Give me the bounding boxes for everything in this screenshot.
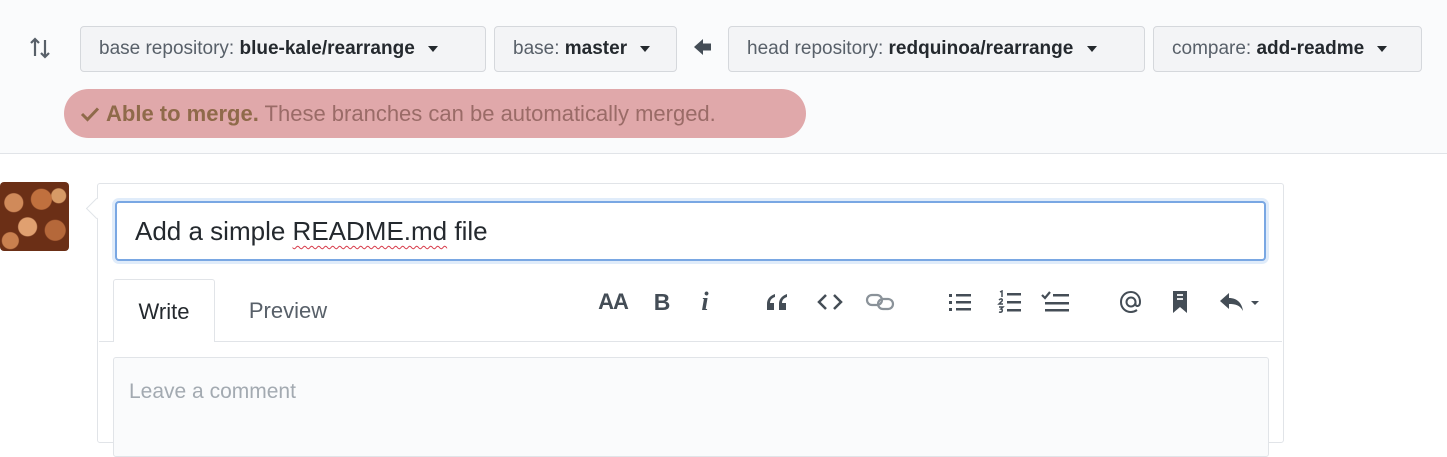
merge-status-strong: Able to merge. bbox=[106, 101, 259, 126]
merge-status-text: These branches can be automatically merg… bbox=[264, 101, 716, 126]
pr-title-text-end: file bbox=[454, 216, 488, 246]
heading-icon[interactable]: AA bbox=[594, 285, 632, 319]
unordered-list-icon[interactable] bbox=[945, 285, 975, 319]
pr-title-text: Add a simple bbox=[135, 216, 286, 246]
pr-title-input[interactable]: Add a simple README.md file bbox=[115, 201, 1266, 261]
quote-icon[interactable] bbox=[760, 285, 794, 319]
comment-textarea[interactable]: Leave a comment bbox=[113, 357, 1269, 457]
compare-branch-select[interactable]: compare: add-readme bbox=[1153, 26, 1422, 72]
code-icon[interactable] bbox=[813, 285, 847, 319]
bold-icon[interactable]: B bbox=[648, 285, 676, 319]
head-repository-prefix: head repository: bbox=[747, 38, 884, 59]
base-repository-value: blue-kale/rearrange bbox=[239, 38, 415, 59]
chevron-down-icon bbox=[640, 45, 651, 52]
base-repository-prefix: base repository: bbox=[99, 38, 235, 59]
check-icon bbox=[80, 107, 100, 122]
base-repository-select[interactable]: base repository: blue-kale/rearrange bbox=[80, 26, 486, 72]
avatar bbox=[0, 182, 69, 251]
compare-branch-value: add-readme bbox=[1256, 38, 1365, 59]
pr-title-misspelled-word: README.md bbox=[292, 216, 448, 246]
git-compare-icon bbox=[30, 37, 50, 59]
italic-icon[interactable]: i bbox=[693, 285, 717, 319]
base-branch-prefix: base: bbox=[513, 38, 560, 59]
head-repository-value: redquinoa/rearrange bbox=[888, 38, 1074, 59]
tab-preview[interactable]: Preview bbox=[230, 279, 346, 342]
chevron-down-icon bbox=[428, 45, 439, 52]
arrow-left-icon bbox=[694, 39, 711, 55]
compare-branch-prefix: compare: bbox=[1172, 38, 1252, 59]
merge-status-badge: Able to merge. These branches can be aut… bbox=[64, 89, 806, 138]
reply-icon[interactable] bbox=[1215, 285, 1263, 319]
base-branch-value: master bbox=[564, 38, 628, 59]
mention-icon[interactable] bbox=[1115, 285, 1147, 319]
task-list-icon[interactable] bbox=[1040, 285, 1072, 319]
head-repository-select[interactable]: head repository: redquinoa/rearrange bbox=[728, 26, 1145, 72]
chevron-down-icon bbox=[1377, 45, 1388, 52]
bookmark-icon[interactable] bbox=[1166, 285, 1194, 319]
tab-write[interactable]: Write bbox=[113, 279, 215, 342]
comment-placeholder: Leave a comment bbox=[129, 380, 296, 403]
link-icon[interactable] bbox=[863, 285, 897, 319]
compare-range-bar: base repository: blue-kale/rearrange bas… bbox=[0, 0, 1447, 154]
base-branch-select[interactable]: base: master bbox=[494, 26, 677, 72]
chevron-down-icon bbox=[1086, 45, 1097, 52]
ordered-list-icon[interactable] bbox=[995, 285, 1025, 319]
